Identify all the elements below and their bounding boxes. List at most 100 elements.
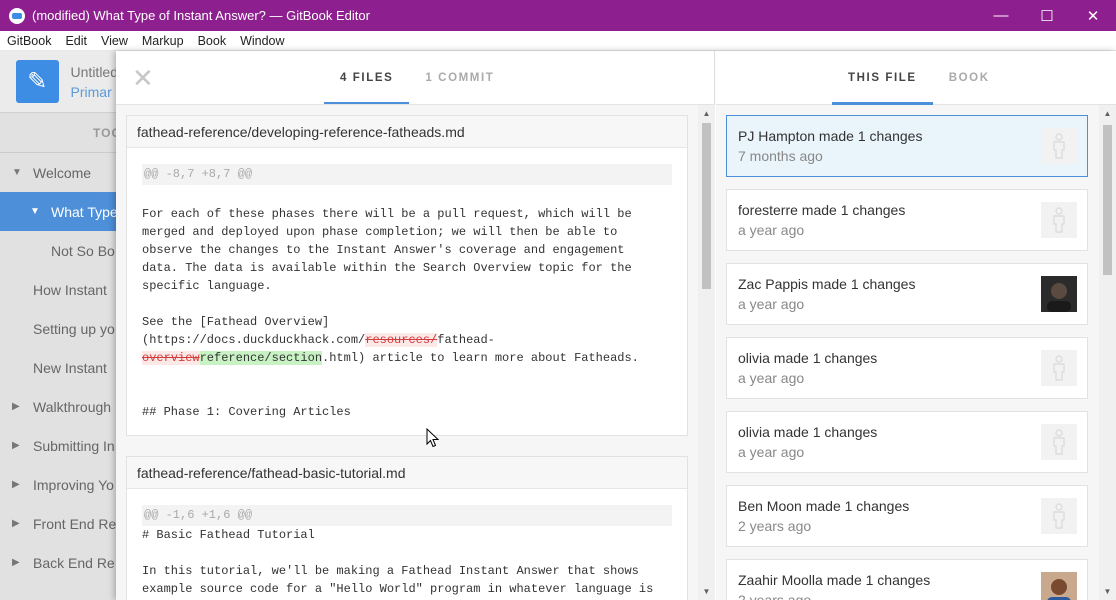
toc-item-label: Not So Bo [51,242,115,259]
user-placeholder-icon [1041,128,1077,164]
tab-toc[interactable]: TOC [0,113,118,153]
toc-item[interactable]: ▶ Back End Re [0,543,118,582]
close-icon[interactable]: ✕ [132,65,154,91]
diff-list: fathead-reference/developing-reference-f… [116,105,715,600]
commit-list: PJ Hampton made 1 changes 7 months ago for… [716,105,1099,600]
code-line: observe the changes to the Instant Answe… [142,243,625,257]
diff-body: @@ -1,6 +1,6 @@ # Basic Fathead Tutorial… [127,489,687,598]
diff-tabs: 4 FILES 1 COMMIT [324,51,510,105]
toc-item[interactable]: ▶ Walkthrough [0,387,118,426]
close-window-button[interactable]: ✕ [1070,0,1116,31]
window-title: (modified) What Type of Instant Answer? … [32,8,370,23]
toc-item-label: Welcome [33,164,92,181]
minimize-button[interactable]: — [978,0,1024,31]
history-scrollbar[interactable]: ▲ ▼ [1099,105,1116,600]
book-subtitle[interactable]: Primar [71,82,118,102]
scroll-down-icon[interactable]: ▼ [698,583,715,600]
commit-message: PJ Hampton made 1 changes [738,128,923,144]
caret-right-icon[interactable]: ▶ [12,518,26,529]
menu-book[interactable]: Book [191,34,234,48]
menu-gitbook[interactable]: GitBook [0,34,58,48]
commit-card[interactable]: Zac Pappis made 1 changes a year ago [726,263,1088,325]
commit-card[interactable]: olivia made 1 changes a year ago [726,337,1088,399]
code-line: example source code for a "Hello World" … [142,582,654,596]
mouse-cursor-icon [426,428,440,448]
commit-card[interactable]: Ben Moon made 1 changes 2 years ago [726,485,1088,547]
toc-item[interactable]: How Instant [0,270,118,309]
toc-item-label: Setting up yo [33,320,115,337]
caret-right-icon[interactable]: ▶ [12,401,26,412]
toc-item[interactable]: ▶ Submitting In [0,426,118,465]
toc-item[interactable]: New Instant [0,348,118,387]
user-placeholder-icon [1041,202,1077,238]
user-placeholder-icon [1041,424,1077,460]
file-diff-card: fathead-reference/developing-reference-f… [126,115,688,436]
toc-item-label: Submitting In [33,437,115,454]
diff-scrollbar[interactable]: ▲ ▼ [698,105,715,600]
toc-item[interactable]: ▼ Welcome [0,153,118,192]
toc-item-label: Front End Re [33,515,117,532]
toc-item[interactable]: ▶ Improving Yo [0,465,118,504]
commit-message: foresterre made 1 changes [738,202,906,218]
background-sidebar: ✎ Untitled Primar TOC ▼ Welcome ▼ What Type… [0,51,118,600]
window-controls: — ☐ ✕ [978,0,1116,31]
hunk-header: @@ -1,6 +1,6 @@ [142,505,672,526]
tab-book[interactable]: BOOK [933,51,1006,105]
code-line-changed: overviewreference/section.html) article … [142,349,672,367]
book-header: ✎ Untitled Primar [0,51,118,113]
menu-window[interactable]: Window [233,34,291,48]
caret-down-icon[interactable]: ▼ [12,167,26,178]
commit-time: a year ago [738,222,805,238]
scroll-up-icon[interactable]: ▲ [698,105,715,122]
diff-pane: ✕ 4 FILES 1 COMMIT fathead-reference/dev… [116,51,715,600]
caret-down-icon[interactable]: ▼ [30,206,44,217]
avatar [1041,572,1077,600]
toc-list: ▼ Welcome ▼ What Type Not So Bo How Instant Se… [0,153,118,582]
scrollbar-thumb[interactable] [702,123,711,289]
file-name[interactable]: fathead-reference/developing-reference-f… [127,116,687,148]
menu-view[interactable]: View [94,34,135,48]
code-line: For each of these phases there will be a… [142,207,632,221]
toc-item[interactable]: ▼ What Type [0,192,118,231]
code-line: # Basic Fathead Tutorial [142,528,315,542]
scrollbar-thumb[interactable] [1103,125,1112,275]
commit-message: Zac Pappis made 1 changes [738,276,916,292]
caret-right-icon[interactable]: ▶ [12,479,26,490]
toc-item-label: What Type [51,203,118,220]
toc-item[interactable]: ▶ Front End Re [0,504,118,543]
commit-time: 2 years ago [738,518,812,534]
code-text: fathead- [437,333,495,347]
tab-files[interactable]: 4 FILES [324,51,410,105]
file-diff-card: fathead-reference/fathead-basic-tutorial… [126,456,688,600]
menu-edit[interactable]: Edit [58,34,94,48]
commit-message: Ben Moon made 1 changes [738,498,910,514]
commit-card[interactable]: foresterre made 1 changes a year ago [726,189,1088,251]
code-line: merged and deployed upon phase completio… [142,225,618,239]
history-pane: THIS FILE BOOK PJ Hampton made 1 changes… [716,51,1116,600]
commit-card[interactable]: PJ Hampton made 1 changes 7 months ago [726,115,1088,177]
commit-card[interactable]: olivia made 1 changes a year ago [726,411,1088,473]
code-text: .html) article to learn more about Fathe… [322,351,639,365]
commit-time: 7 months ago [738,148,823,164]
pencil-icon[interactable]: ✎ [16,60,59,103]
tab-this-file[interactable]: THIS FILE [832,51,933,105]
commit-time: 2 years ago [738,592,812,600]
caret-right-icon[interactable]: ▶ [12,557,26,568]
toc-item-label: Back End Re [33,554,115,571]
file-name[interactable]: fathead-reference/fathead-basic-tutorial… [127,457,687,489]
commit-message: olivia made 1 changes [738,350,878,366]
toc-item[interactable]: Setting up yo [0,309,118,348]
avatar [1041,276,1077,312]
tab-commit[interactable]: 1 COMMIT [409,51,510,105]
scroll-down-icon[interactable]: ▼ [1099,583,1116,600]
commit-card[interactable]: Zaahir Moolla made 1 changes 2 years ago [726,559,1088,600]
caret-right-icon[interactable]: ▶ [12,440,26,451]
book-title: Untitled [70,63,118,80]
scroll-up-icon[interactable]: ▲ [1099,105,1116,122]
toc-item[interactable]: Not So Bo [0,231,118,270]
menu-markup[interactable]: Markup [135,34,191,48]
commit-time: a year ago [738,370,805,386]
title-bar: (modified) What Type of Instant Answer? … [0,0,1116,31]
maximize-button[interactable]: ☐ [1024,0,1070,31]
